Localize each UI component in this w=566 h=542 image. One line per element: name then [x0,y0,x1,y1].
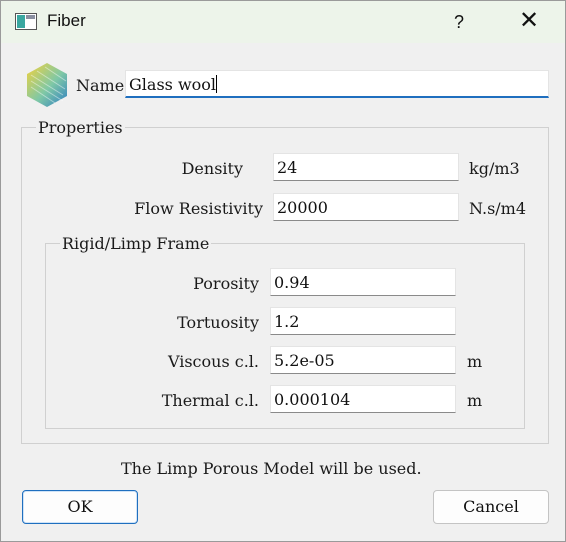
text-caret [216,75,218,93]
density-unit: kg/m3 [469,159,520,178]
thermal-cl-value: 0.000104 [274,390,351,409]
flow-resistivity-value: 20000 [277,198,328,217]
status-message: The Limp Porous Model will be used. [121,459,422,478]
name-value: Glass wool [129,75,217,94]
tortuosity-input[interactable]: 1.2 [270,307,456,335]
thermal-cl-label: Thermal c.l. [161,391,259,410]
cancel-button[interactable]: Cancel [433,490,549,524]
help-button[interactable]: ? [439,1,479,43]
density-value: 24 [277,158,298,177]
viscous-cl-input[interactable]: 5.2e-05 [270,346,456,374]
material-hexagon-icon [27,63,67,107]
tortuosity-value: 1.2 [274,312,300,331]
thermal-cl-unit: m [467,391,483,410]
close-button[interactable]: ✕ [509,1,549,43]
viscous-cl-unit: m [467,352,483,371]
viscous-cl-value: 5.2e-05 [274,351,335,370]
ok-button[interactable]: OK [22,490,138,524]
viscous-cl-label: Viscous c.l. [167,352,259,371]
fiber-dialog: Fiber ? ✕ Name Glass wool Properties Den… [0,0,566,542]
properties-title: Properties [36,118,125,137]
porosity-label: Porosity [193,274,259,293]
porosity-input[interactable]: 0.94 [270,268,456,296]
porosity-value: 0.94 [274,273,310,292]
flow-resistivity-input[interactable]: 20000 [273,193,459,221]
frame-title: Rigid/Limp Frame [60,234,212,253]
density-label: Density [181,159,243,178]
name-label: Name [76,76,125,95]
window-icon [15,13,37,30]
window-title: Fiber [47,11,86,30]
density-input[interactable]: 24 [273,153,459,181]
flow-resistivity-label: Flow Resistivity [134,199,263,218]
title-bar: Fiber ? ✕ [1,1,565,43]
name-input[interactable]: Glass wool [125,70,549,98]
thermal-cl-input[interactable]: 0.000104 [270,385,456,413]
flow-resistivity-unit: N.s/m4 [469,199,527,218]
tortuosity-label: Tortuosity [177,313,259,332]
